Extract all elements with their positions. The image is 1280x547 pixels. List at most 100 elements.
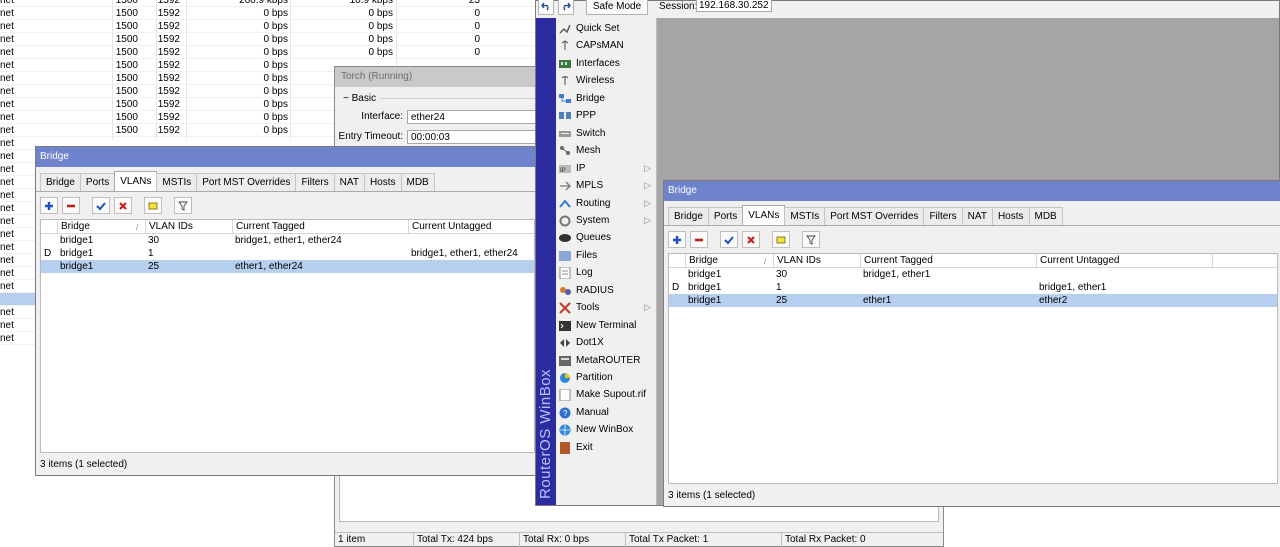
menu-item-files[interactable]: Files — [556, 247, 656, 264]
menu-item-bridge[interactable]: Bridge — [556, 90, 656, 107]
submenu-arrow-icon: ▷ — [644, 197, 651, 208]
filter-button[interactable] — [802, 231, 820, 248]
table-cell: 1500 — [115, 73, 138, 84]
menu-item-radius[interactable]: RADIUS — [556, 282, 656, 299]
menu-item-exit[interactable]: Exit — [556, 439, 656, 456]
svg-text:?: ? — [563, 409, 568, 418]
table-cell: 1592 — [157, 112, 180, 123]
menu-item-capsman[interactable]: CAPsMAN — [556, 37, 656, 54]
tab-mdb[interactable]: MDB — [1028, 207, 1063, 225]
tab-ports[interactable]: Ports — [79, 173, 116, 191]
menu-item-label: Switch — [576, 127, 606, 139]
menu-item-log[interactable]: Log — [556, 264, 656, 281]
table-row[interactable]: bridge1 25 ether1, ether24 — [41, 260, 534, 273]
tab-filters[interactable]: Filters — [923, 207, 963, 225]
tab-mstis[interactable]: MSTIs — [784, 207, 826, 225]
table-row[interactable]: bridge1 30 bridge1, ether1, ether24 — [41, 234, 534, 247]
column-header-vlan-ids[interactable]: VLAN IDs — [145, 220, 193, 234]
enable-button[interactable] — [92, 197, 110, 214]
table-row[interactable]: net 1500 1592 0 bps 0 bps 0 — [0, 7, 540, 20]
menu-item-dot1x[interactable]: Dot1X — [556, 334, 656, 351]
tab-hosts[interactable]: Hosts — [991, 207, 1030, 225]
table-row[interactable]: bridge1 30 bridge1, ether1 — [669, 268, 1277, 281]
tab-vlans[interactable]: VLANs — [114, 171, 158, 191]
table-row[interactable]: net 1500 1592 0 bps 0 bps 0 — [0, 20, 540, 33]
menu-item-queues[interactable]: Queues — [556, 229, 656, 246]
redo-button[interactable] — [558, 0, 574, 15]
menu-item-label: IP — [576, 162, 586, 174]
table-row[interactable]: Dbridge1 1 bridge1, ether1 — [669, 281, 1277, 294]
disable-button[interactable] — [114, 197, 132, 214]
filter-button[interactable] — [174, 197, 192, 214]
table-cell: net — [0, 164, 14, 175]
tab-port-mst-overrides[interactable]: Port MST Overrides — [824, 207, 925, 225]
menu-item-ppp[interactable]: PPP — [556, 107, 656, 124]
add-button[interactable] — [40, 197, 58, 214]
menu-item-interfaces[interactable]: Interfaces — [556, 55, 656, 72]
menu-item-new-winbox[interactable]: New WinBox — [556, 421, 656, 438]
menu-item-label: Manual — [576, 406, 609, 418]
column-header-vlan-ids[interactable]: VLAN IDs — [773, 254, 821, 268]
menu-item-label: Wireless — [576, 75, 615, 87]
remove-button[interactable] — [62, 197, 80, 214]
table-row[interactable]: bridge1 25 ether1 ether2 — [669, 294, 1277, 307]
column-header-current-tagged[interactable]: Current Tagged — [232, 220, 305, 234]
menu-item-metarouter[interactable]: MetaROUTER — [556, 352, 656, 369]
table-row[interactable]: net 1500 1592 0 bps 0 bps 0 — [0, 46, 540, 59]
menu-item-label: Exit — [576, 441, 593, 453]
menu-item-tools[interactable]: Tools ▷ — [556, 299, 656, 316]
tab-nat[interactable]: NAT — [961, 207, 993, 225]
tab-port-mst-overrides[interactable]: Port MST Overrides — [196, 173, 297, 191]
menu-item-partition[interactable]: Partition — [556, 369, 656, 386]
mpls-icon — [559, 180, 571, 191]
tab-bridge[interactable]: Bridge — [40, 173, 81, 191]
table-row[interactable]: net 1500 1592 0 bps 0 bps 0 — [0, 33, 540, 46]
menu-item-wireless[interactable]: Wireless — [556, 72, 656, 89]
tab-mstis[interactable]: MSTIs — [156, 173, 198, 191]
column-header-bridge[interactable]: Bridge — [685, 254, 718, 268]
column-header-current-untagged[interactable]: Current Untagged — [408, 220, 492, 234]
tab-nat[interactable]: NAT — [333, 173, 365, 191]
bridge-left-title[interactable]: Bridge — [36, 147, 539, 167]
menu-item-ip[interactable]: IP IP ▷ — [556, 160, 656, 177]
session-field[interactable]: 192.168.30.252 — [696, 0, 772, 12]
comment-button[interactable] — [772, 231, 790, 248]
table-cell: net — [0, 242, 14, 253]
menu-item-routing[interactable]: Routing ▷ — [556, 195, 656, 212]
remove-button[interactable] — [690, 231, 708, 248]
menu-item-label: New WinBox — [576, 424, 634, 436]
table-row[interactable]: net 1500 1592 260.9 kbps 10.9 kbps 23 — [0, 0, 540, 7]
menu-item-system[interactable]: System ▷ — [556, 212, 656, 229]
menu-item-make-supout-rif[interactable]: Make Supout.rif — [556, 386, 656, 403]
menu-item-switch[interactable]: Switch — [556, 125, 656, 142]
menu-item-quick-set[interactable]: Quick Set — [556, 20, 656, 37]
wireless-icon — [559, 75, 571, 86]
table-cell: 260.9 kbps — [239, 0, 288, 6]
add-button[interactable] — [668, 231, 686, 248]
enable-button[interactable] — [720, 231, 738, 248]
tab-hosts[interactable]: Hosts — [363, 173, 402, 191]
comment-button[interactable] — [144, 197, 162, 214]
system-icon — [559, 215, 571, 227]
menu-item-new-terminal[interactable]: New Terminal — [556, 317, 656, 334]
safe-mode-button[interactable]: Safe Mode — [586, 0, 648, 15]
tab-mdb[interactable]: MDB — [400, 173, 435, 191]
vlan-table-right[interactable]: Bridge VLAN IDs Current Tagged Current Unta… — [668, 253, 1278, 484]
column-header-bridge[interactable]: Bridge — [57, 220, 90, 234]
tab-ports[interactable]: Ports — [707, 207, 744, 225]
menu-item-manual[interactable]: ? Manual — [556, 404, 656, 421]
disable-button[interactable] — [742, 231, 760, 248]
menu-item-mesh[interactable]: Mesh — [556, 142, 656, 159]
vlan-table-left[interactable]: Bridge VLAN IDs Current Tagged Current Unta… — [40, 219, 535, 453]
tab-bridge[interactable]: Bridge — [668, 207, 709, 225]
tab-filters[interactable]: Filters — [295, 173, 335, 191]
column-header-current-untagged[interactable]: Current Untagged — [1036, 254, 1120, 268]
bridge-right-title[interactable]: Bridge — [664, 181, 1280, 201]
tab-vlans[interactable]: VLANs — [742, 205, 786, 225]
menu-item-mpls[interactable]: MPLS ▷ — [556, 177, 656, 194]
column-separator — [1212, 254, 1216, 268]
column-header-current-tagged[interactable]: Current Tagged — [860, 254, 933, 268]
undo-button[interactable] — [538, 0, 554, 15]
table-cell: 0 bps — [263, 99, 288, 110]
table-row[interactable]: Dbridge1 1 bridge1, ether1, ether24 — [41, 247, 534, 260]
